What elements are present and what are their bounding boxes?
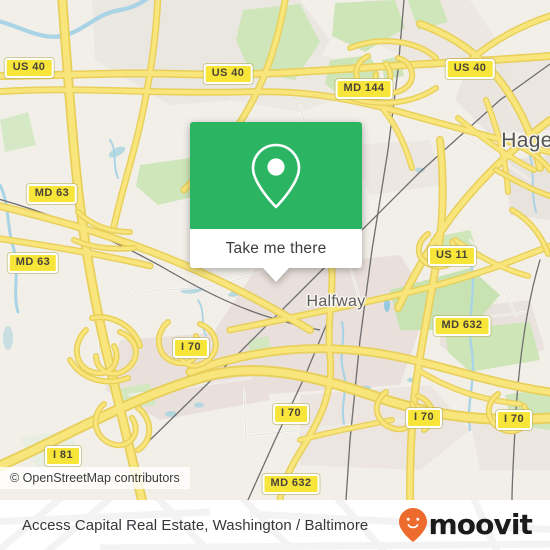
moovit-map-screenshot: .rd-case { fill:none; stroke:#e8cf5a; st…: [0, 0, 550, 550]
road-shield: US 40: [4, 58, 54, 78]
moovit-wordmark: moovit: [428, 508, 533, 541]
road-shield: I 81: [45, 446, 81, 466]
road-shield: MD 632: [433, 316, 491, 336]
osm-attribution-text: © OpenStreetMap contributors: [10, 471, 180, 485]
road-shield: US 40: [203, 64, 253, 84]
moovit-smiley-pin-icon: [398, 508, 427, 542]
place-label: Halfway: [306, 293, 366, 310]
osm-attribution[interactable]: © OpenStreetMap contributors: [0, 467, 190, 489]
take-me-there-label: Take me there: [225, 239, 327, 257]
road-shield: MD 144: [335, 79, 393, 99]
road-shield: I 70: [173, 338, 209, 358]
road-shield: I 70: [273, 404, 309, 424]
road-shield: I 70: [406, 408, 442, 428]
popup-header: [190, 122, 362, 229]
road-shield: MD 63: [26, 184, 78, 204]
moovit-logo[interactable]: moovit: [398, 507, 533, 543]
footer-bar: Access Capital Real Estate, Washington /…: [0, 500, 550, 550]
road-shield: MD 63: [7, 253, 59, 273]
location-popup[interactable]: Take me there: [190, 122, 362, 282]
page-title: Access Capital Real Estate, Washington /…: [22, 516, 369, 534]
road-shield: US 11: [428, 246, 476, 266]
road-shield: US 40: [445, 59, 495, 79]
road-shield: I 70: [496, 410, 532, 430]
popup-pointer: [263, 268, 289, 282]
map-pin-icon: [251, 143, 301, 208]
map-canvas[interactable]: .rd-case { fill:none; stroke:#e8cf5a; st…: [0, 0, 550, 500]
popup-action-bar[interactable]: Take me there: [190, 229, 362, 268]
place-label: Hage: [501, 129, 550, 152]
road-shield: MD 632: [262, 474, 320, 494]
